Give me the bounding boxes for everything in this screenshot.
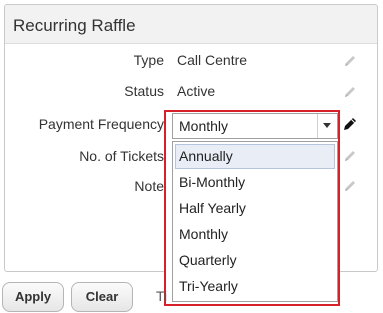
option-half-yearly[interactable]: Half Yearly xyxy=(175,196,335,221)
option-tri-yearly[interactable]: Tri-Yearly xyxy=(175,274,335,299)
edit-tickets-pencil-icon[interactable] xyxy=(342,148,358,164)
payment-frequency-label: Payment Frequency xyxy=(38,116,164,132)
status-label: Status xyxy=(124,83,164,99)
option-monthly[interactable]: Monthly xyxy=(175,222,335,247)
type-value: Call Centre xyxy=(177,52,248,68)
payment-frequency-select[interactable]: Monthly xyxy=(172,113,338,139)
tickets-label: No. of Tickets xyxy=(79,148,164,164)
select-dropdown-button[interactable] xyxy=(317,114,337,138)
apply-button[interactable]: Apply xyxy=(2,282,64,312)
clear-button[interactable]: Clear xyxy=(71,282,133,312)
note-label: Note xyxy=(134,178,164,194)
footer-partial-text: Ti xyxy=(156,288,168,304)
edit-type-pencil-icon[interactable] xyxy=(342,53,358,69)
option-bi-monthly[interactable]: Bi-Monthly xyxy=(175,170,335,195)
type-label: Type xyxy=(133,52,164,68)
edit-note-pencil-icon[interactable] xyxy=(342,178,358,194)
payment-frequency-options-list: Annually Bi-Monthly Half Yearly Monthly … xyxy=(172,141,338,302)
panel-header: Recurring Raffle xyxy=(5,5,377,44)
raffle-edit-screen: Recurring Raffle Type Call Centre Status… xyxy=(0,0,383,313)
payment-frequency-selected-value: Monthly xyxy=(179,118,229,134)
chevron-down-icon xyxy=(323,123,331,128)
edit-payment-frequency-pencil-icon[interactable] xyxy=(342,116,358,132)
edit-status-pencil-icon[interactable] xyxy=(342,84,358,100)
status-value: Active xyxy=(177,83,216,99)
option-quarterly[interactable]: Quarterly xyxy=(175,248,335,273)
option-annually[interactable]: Annually xyxy=(175,144,335,169)
panel-title: Recurring Raffle xyxy=(13,16,136,35)
